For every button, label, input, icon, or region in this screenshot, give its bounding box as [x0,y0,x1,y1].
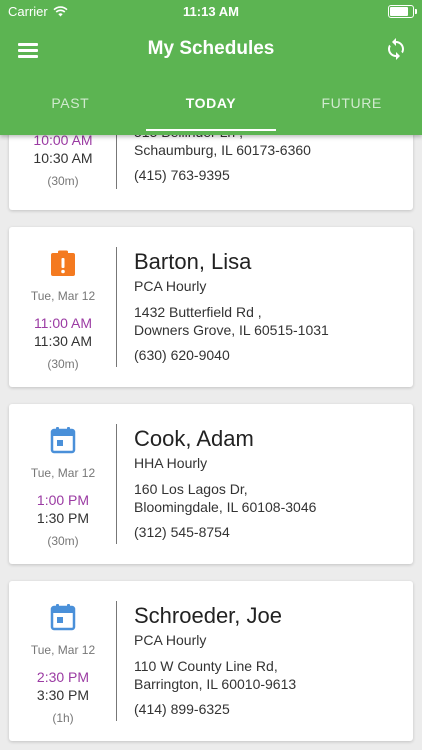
refresh-icon[interactable] [384,37,408,61]
phone-number[interactable]: (415) 763-9395 [134,167,403,183]
tab-future[interactable]: FUTURE [281,76,422,135]
address-line-2: Downers Grove, IL 60515-1031 [134,322,329,338]
address-line-1: 1432 Butterfield Rd , [134,304,262,320]
client-name: Schroeder, Joe [134,603,282,628]
client-name: Cook, Adam [134,426,254,451]
address-line-1: 110 W County Line Rd, [134,658,278,674]
schedule-date: Tue, Mar 12 [30,643,96,657]
tab-past[interactable]: PAST [0,76,141,135]
tab-today[interactable]: TODAY [141,76,282,135]
duration: (1h) [52,711,74,725]
end-time: 11:30 AM [33,333,93,349]
address-line-2: Barrington, IL 60010-9613 [134,676,297,692]
schedule-card[interactable]: Tue, Mar 12 11:00 AM 11:30 AM (30m) Bart… [9,227,413,387]
start-time: 11:00 AM [33,315,93,331]
start-time: 2:30 PM [36,669,90,685]
address-line-2: Bloomingdale, IL 60108-3046 [134,499,317,515]
card-divider [116,601,117,721]
address-line-2: Schaumburg, IL 60173-6360 [134,142,311,158]
status-bar: Carrier 11:13 AM [0,0,422,24]
page-title: My Schedules [147,38,275,59]
app-header: Carrier 11:13 AM My Schedules PAST TODAY… [0,0,422,135]
duration: (30m) [47,174,79,188]
card-divider [116,247,117,367]
client-name: Barton, Lisa [134,249,252,274]
phone-number[interactable]: (630) 620-9040 [134,347,403,363]
end-time: 10:30 AM [33,150,93,166]
toolbar: My Schedules [0,24,422,76]
duration: (30m) [47,534,79,548]
duration: (30m) [47,357,79,371]
alert-clipboard-icon [51,250,75,276]
service-type: PCA Hourly [134,278,207,294]
service-type: PCA Hourly [134,632,207,648]
end-time: 3:30 PM [36,687,90,703]
schedule-card[interactable]: Tue, Mar 12 1:00 PM 1:30 PM (30m) Cook, … [9,404,413,564]
schedule-date: Tue, Mar 12 [30,466,96,480]
address-line-1: 160 Los Lagos Dr, [134,481,248,497]
status-time: 11:13 AM [183,4,239,19]
battery-icon [388,5,417,18]
tab-bar: PAST TODAY FUTURE [0,76,422,135]
service-type: HHA Hourly [134,455,208,471]
phone-number[interactable]: (312) 545-8754 [134,524,403,540]
active-tab-indicator [146,128,276,131]
calendar-icon [50,427,76,454]
calendar-icon [50,604,76,631]
schedule-card[interactable]: Tue, Mar 12 2:30 PM 3:30 PM (1h) Schroed… [9,581,413,741]
phone-number[interactable]: (414) 899-6325 [134,701,403,717]
schedule-date: Tue, Mar 12 [30,289,96,303]
end-time: 1:30 PM [36,510,90,526]
start-time: 1:00 PM [36,492,90,508]
card-divider [116,424,117,544]
